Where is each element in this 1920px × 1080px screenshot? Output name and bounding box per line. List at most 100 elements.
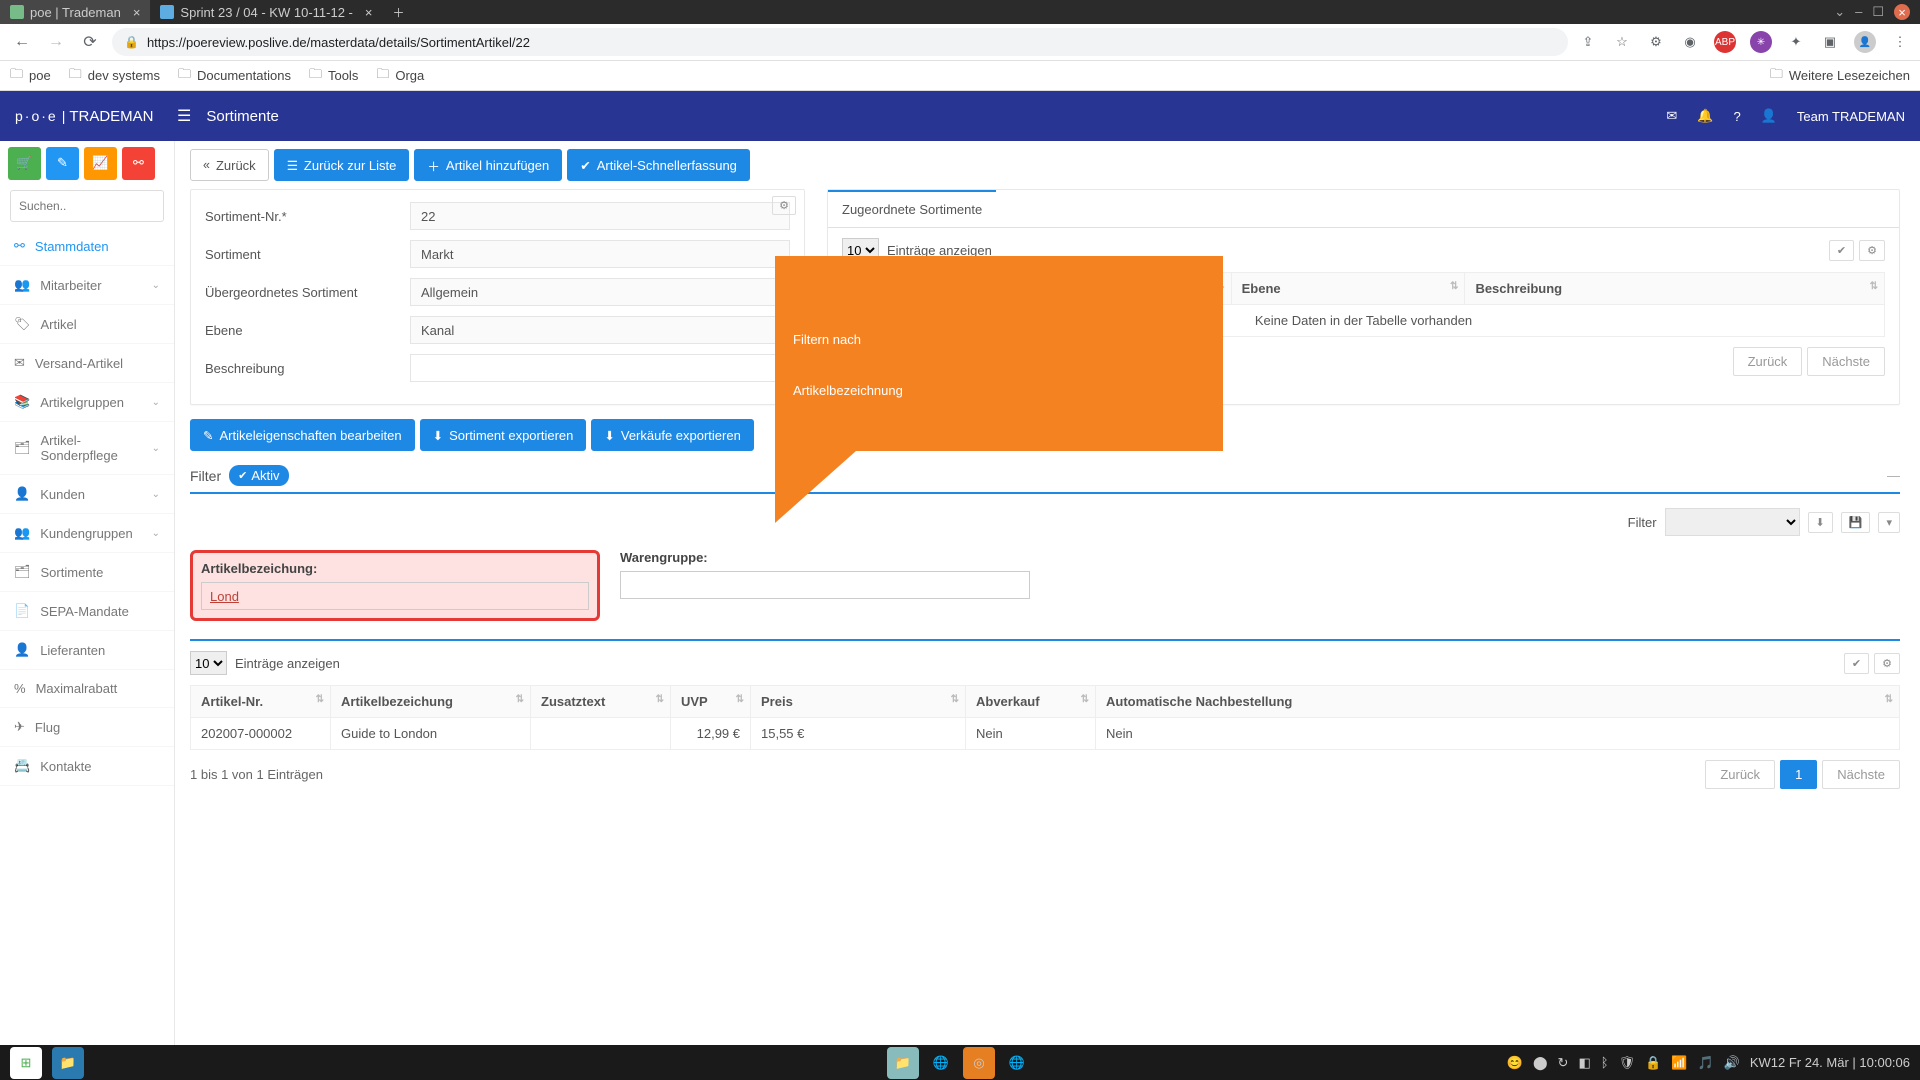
table-header[interactable]: Ebene⇅ — [1231, 273, 1465, 305]
gear-icon[interactable]: ⚙ — [1646, 34, 1666, 50]
filter-select[interactable] — [1665, 508, 1800, 536]
tray-icon[interactable]: 😊 — [1507, 1055, 1523, 1071]
parent-sortiment-field[interactable]: Allgemein — [410, 278, 790, 306]
check-icon[interactable]: ✔ — [1844, 653, 1869, 674]
bookmark-item[interactable]: 🗀dev systems — [69, 65, 160, 87]
bell-icon[interactable]: 🔔 — [1697, 108, 1713, 124]
save-icon[interactable]: 💾 — [1841, 512, 1871, 533]
ebene-field[interactable]: Kanal — [410, 316, 790, 344]
extension-abp[interactable]: ABP — [1714, 31, 1736, 53]
new-tab-button[interactable]: ＋ — [382, 0, 414, 24]
card-settings-icon[interactable]: ⚙ — [772, 196, 796, 215]
export-sortiment-button[interactable]: ⬇ Sortiment exportieren — [420, 419, 587, 451]
table-header[interactable]: Artikelbezeichung⇅ — [331, 686, 531, 718]
browser-tab-active[interactable]: poe | Trademan × — [0, 0, 150, 24]
sidebar-item[interactable]: 👥Kundengruppen⌄ — [0, 514, 174, 553]
reload-icon[interactable]: ⟳ — [78, 32, 102, 52]
sidebar-item[interactable]: 🗂Artikel-Sonderpflege⌄ — [0, 422, 174, 475]
chevron-down-icon[interactable]: ⌄ — [1834, 4, 1845, 20]
sidebar-item[interactable]: 👥Mitarbeiter⌄ — [0, 266, 174, 305]
minimize-icon[interactable]: – — [1855, 4, 1862, 20]
close-icon[interactable]: × — [365, 5, 373, 20]
table-row[interactable]: 202007-000002 Guide to London 12,99 € 15… — [191, 718, 1900, 750]
filemanager-icon[interactable]: 📁 — [52, 1047, 84, 1079]
forward-icon[interactable]: → — [44, 33, 68, 51]
sidebar-item[interactable]: 📄SEPA-Mandate — [0, 592, 174, 631]
next-page-button[interactable]: Nächste — [1822, 760, 1900, 789]
tray-icon[interactable]: ◧ — [1578, 1055, 1590, 1071]
user-name[interactable]: Team TRADEMAN — [1797, 109, 1905, 124]
bookmark-item[interactable]: 🗀Documentations — [178, 65, 291, 87]
tray-icon[interactable]: 🛡 — [1619, 1055, 1636, 1071]
table-header[interactable]: Zusatztext⇅ — [531, 686, 671, 718]
bookmark-item[interactable]: 🗀Tools — [309, 65, 358, 87]
sidebar-item[interactable]: 🏷Artikel — [0, 305, 174, 344]
sidebar-item[interactable]: ✈Flug — [0, 708, 174, 747]
extension-icon[interactable]: ✳ — [1750, 31, 1772, 53]
maximize-icon[interactable]: ☐ — [1872, 4, 1884, 20]
url-input[interactable]: 🔒 https://poereview.poslive.de/masterdat… — [112, 28, 1568, 56]
bluetooth-icon[interactable]: ᛒ — [1601, 1055, 1609, 1070]
prev-page-button[interactable]: Zurück — [1705, 760, 1775, 789]
extensions-icon[interactable]: ✦ — [1786, 34, 1806, 50]
tray-icon[interactable]: ⬤ — [1533, 1055, 1548, 1071]
network-icon[interactable]: 📶 — [1671, 1055, 1687, 1071]
user-icon[interactable]: 👤 — [1761, 108, 1777, 124]
eye-icon[interactable]: ◉ — [1680, 34, 1700, 50]
help-icon[interactable]: ? — [1733, 109, 1740, 124]
sidebar-search[interactable]: 🔍 — [10, 190, 164, 222]
action-button-cart[interactable]: 🛒 — [8, 147, 41, 180]
description-field[interactable] — [410, 354, 790, 382]
page-size-select[interactable]: 10 — [190, 651, 227, 675]
sidebar-item[interactable]: 👤Lieferanten — [0, 631, 174, 670]
close-window-icon[interactable]: × — [1894, 4, 1910, 20]
sidebar-item[interactable]: 📇Kontakte — [0, 747, 174, 786]
table-header[interactable]: Preis⇅ — [751, 686, 966, 718]
sidebar-item[interactable]: 🗂Sortimente — [0, 553, 174, 592]
more-icon[interactable]: ▾ — [1878, 512, 1900, 533]
next-page-button[interactable]: Nächste — [1807, 347, 1885, 376]
back-to-list-button[interactable]: ☰ Zurück zur Liste — [274, 149, 410, 181]
start-menu-icon[interactable]: ⊞ — [10, 1047, 42, 1079]
mail-icon[interactable]: ✉ — [1666, 108, 1677, 124]
sidebar-item[interactable]: ✉Versand-Artikel — [0, 344, 174, 383]
bookmark-item[interactable]: 🗀poe — [10, 65, 51, 87]
table-header[interactable]: UVP⇅ — [671, 686, 751, 718]
warengruppe-input[interactable] — [620, 571, 1030, 599]
sidebar-item[interactable]: ⚯Stammdaten — [0, 227, 174, 266]
sidebar-item[interactable]: 📚Artikelgruppen⌄ — [0, 383, 174, 422]
table-header[interactable]: Abverkauf⇅ — [966, 686, 1096, 718]
quick-entry-button[interactable]: ✔ Artikel-Schnellerfassung — [567, 149, 750, 181]
side-panel-icon[interactable]: ▣ — [1820, 34, 1840, 50]
gear-icon[interactable]: ⚙ — [1859, 240, 1885, 261]
export-sales-button[interactable]: ⬇ Verkäufe exportieren — [591, 419, 753, 451]
prev-page-button[interactable]: Zurück — [1733, 347, 1803, 376]
obs-icon[interactable]: ◎ — [963, 1047, 995, 1079]
search-input[interactable] — [11, 199, 182, 213]
profile-avatar[interactable]: 👤 — [1854, 31, 1876, 53]
table-header[interactable]: Automatische Nachbestellung⇅ — [1096, 686, 1900, 718]
chrome-icon[interactable]: 🌐 — [925, 1047, 957, 1079]
table-header[interactable]: Artikel-Nr.⇅ — [191, 686, 331, 718]
collapse-icon[interactable]: — — [1887, 468, 1900, 483]
more-bookmarks[interactable]: 🗀Weitere Lesezeichen — [1770, 65, 1910, 87]
menu-toggle-icon[interactable]: ☰ — [177, 106, 191, 126]
bookmark-icon[interactable]: ☆ — [1612, 34, 1632, 50]
bookmark-item[interactable]: 🗀Orga — [376, 65, 424, 87]
menu-icon[interactable]: ⋮ — [1890, 34, 1910, 50]
check-icon[interactable]: ✔ — [1829, 240, 1854, 261]
sound-icon[interactable]: 🎵 — [1697, 1055, 1713, 1071]
chrome-icon[interactable]: 🌐 — [1001, 1047, 1033, 1079]
add-article-button[interactable]: ＋ Artikel hinzufügen — [414, 149, 562, 181]
clock-text[interactable]: KW12 Fr 24. Mär | 10:00:06 — [1750, 1055, 1910, 1070]
action-button-share[interactable]: ⚯ — [122, 147, 155, 180]
edit-properties-button[interactable]: ✎ Artikeleigenschaften bearbeiten — [190, 419, 415, 451]
filter-active-badge[interactable]: ✔ Aktiv — [229, 465, 288, 486]
gear-icon[interactable]: ⚙ — [1874, 653, 1900, 674]
sortiment-nr-field[interactable]: 22 — [410, 202, 790, 230]
sidebar-item[interactable]: 👤Kunden⌄ — [0, 475, 174, 514]
card-tab[interactable]: Zugeordnete Sortimente — [828, 190, 996, 227]
tray-icon[interactable]: 🔒 — [1645, 1055, 1661, 1071]
share-icon[interactable]: ⇪ — [1578, 34, 1598, 50]
download-icon[interactable]: ⬇ — [1808, 512, 1833, 533]
